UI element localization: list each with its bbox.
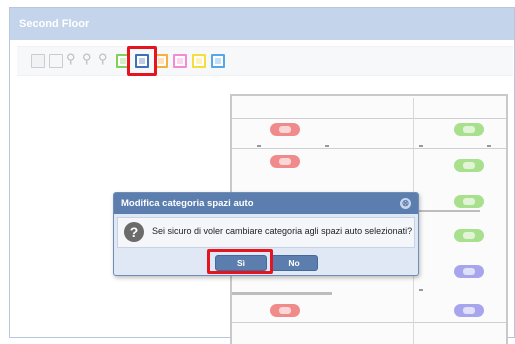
parking-space-green[interactable] bbox=[454, 195, 484, 208]
confirm-dialog: Modifica categoria spazi auto ⊗ ? Sei si… bbox=[113, 192, 419, 276]
parking-space-green[interactable] bbox=[454, 123, 484, 136]
lane-marker bbox=[325, 145, 329, 147]
toolbar: ⚲ ⚲ ⚲ bbox=[17, 46, 513, 76]
lane-marker bbox=[419, 289, 423, 291]
lane-marker bbox=[419, 145, 423, 147]
zoom-in-icon[interactable]: ⚲ bbox=[66, 51, 80, 66]
yellow-flag-icon[interactable] bbox=[192, 54, 206, 68]
parking-space-red[interactable] bbox=[270, 155, 300, 168]
yes-button-highlight bbox=[207, 249, 273, 274]
zoom-out-icon[interactable]: ⚲ bbox=[82, 51, 96, 66]
parking-space-red[interactable] bbox=[270, 304, 300, 317]
parking-space-green[interactable] bbox=[454, 229, 484, 242]
lane-line bbox=[232, 322, 506, 323]
lane-line bbox=[232, 148, 506, 149]
lane-marker bbox=[257, 145, 261, 147]
close-icon[interactable]: ⊗ bbox=[400, 198, 411, 209]
zoom-reset-icon[interactable]: ⚲ bbox=[98, 51, 112, 66]
edit-icon[interactable] bbox=[31, 54, 45, 68]
pink-flag-icon[interactable] bbox=[173, 54, 187, 68]
window-title: Second Floor bbox=[19, 18, 90, 30]
parking-space-purple[interactable] bbox=[454, 265, 484, 278]
lane-marker bbox=[487, 145, 491, 147]
dialog-body: ? Sei sicuro di voler cambiare categoria… bbox=[117, 217, 415, 248]
lane-line bbox=[232, 292, 332, 295]
dialog-message: Sei sicuro di voler cambiare categoria a… bbox=[152, 226, 413, 236]
dialog-title: Modifica categoria spazi auto bbox=[121, 198, 254, 209]
question-icon: ? bbox=[124, 222, 144, 242]
parking-space-purple[interactable] bbox=[454, 304, 484, 317]
select-icon[interactable] bbox=[49, 54, 63, 68]
light-blue-flag-icon[interactable] bbox=[211, 54, 225, 68]
window-titlebar: Second Floor bbox=[10, 8, 514, 40]
lane-line bbox=[232, 118, 506, 119]
dialog-header: Modifica categoria spazi auto bbox=[114, 193, 418, 214]
blue-flag-highlight bbox=[127, 46, 157, 76]
no-button[interactable]: No bbox=[270, 255, 318, 271]
parking-space-green[interactable] bbox=[454, 159, 484, 172]
parking-space-red[interactable] bbox=[270, 123, 300, 136]
